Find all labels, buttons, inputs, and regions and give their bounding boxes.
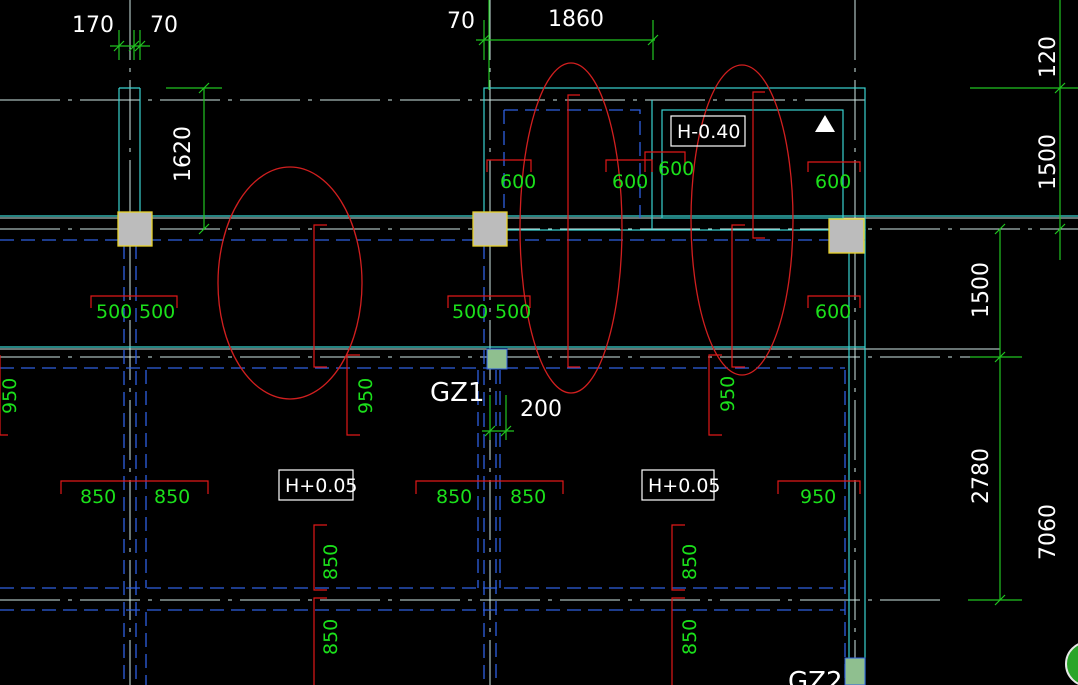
dim-1620: 1620 <box>171 126 196 182</box>
rebar-label-850: 850 <box>80 486 116 508</box>
column-label-gz2: GZ2 <box>788 667 843 685</box>
corner-badge-icon[interactable] <box>1065 642 1078 685</box>
rebar-label-500: 500 <box>139 301 175 323</box>
rebar-label-600: 600 <box>612 171 648 193</box>
rebar-label-950: 950 <box>717 376 739 412</box>
markup-ellipse-2 <box>519 62 623 394</box>
rebar-label-500: 500 <box>495 301 531 323</box>
rebar-label-850: 850 <box>320 544 342 580</box>
column-gz1 <box>486 348 508 370</box>
rebar-label-950: 950 <box>800 486 836 508</box>
rebar-label-850: 850 <box>320 619 342 655</box>
column-label-gz1: GZ1 <box>430 378 485 408</box>
elevation-h-005-right: H+0.05 <box>648 475 721 497</box>
rebar-label-950: 950 <box>0 378 21 414</box>
dim-170: 170 <box>72 13 114 38</box>
axis-lines <box>0 0 1078 685</box>
dim-70-left: 70 <box>150 13 178 38</box>
elevation-h-005-left: H+0.05 <box>285 475 358 497</box>
dim-1500-top: 1500 <box>1036 134 1061 190</box>
elevation-h-040: H-0.40 <box>677 121 740 143</box>
dim-120: 120 <box>1036 36 1061 78</box>
markup-ellipse-3 <box>690 64 794 376</box>
dim-70-top: 70 <box>447 9 475 34</box>
rebar-label-600: 600 <box>500 171 536 193</box>
column-gz2 <box>844 657 866 685</box>
columns <box>117 211 866 685</box>
markup-ellipse-1 <box>217 166 363 400</box>
rebar-label-850: 850 <box>679 619 701 655</box>
column-a1 <box>117 211 153 247</box>
rebar-label-500: 500 <box>452 301 488 323</box>
rebar-label-600: 600 <box>815 171 851 193</box>
rebar-label-600: 600 <box>658 158 694 180</box>
dim-2780: 2780 <box>969 448 994 504</box>
dimension-lines <box>110 0 1078 606</box>
cad-drawing-canvas[interactable]: 170 70 70 1860 120 1620 1500 1500 2780 7… <box>0 0 1078 685</box>
level-marker-icon <box>815 115 835 132</box>
rebar-label-850: 850 <box>679 544 701 580</box>
rebar-label-850: 850 <box>436 486 472 508</box>
wall-outlines <box>0 87 1078 685</box>
dim-1500-mid: 1500 <box>969 262 994 318</box>
rebar-label-500: 500 <box>96 301 132 323</box>
rebar-label-850: 850 <box>154 486 190 508</box>
column-c1 <box>828 218 865 254</box>
dim-7060: 7060 <box>1036 504 1061 560</box>
dim-200: 200 <box>520 397 562 422</box>
column-b1 <box>472 211 508 247</box>
dim-1860: 1860 <box>548 7 604 32</box>
rebar-label-600: 600 <box>815 301 851 323</box>
rebar-label-850: 850 <box>510 486 546 508</box>
rebar-label-950: 950 <box>355 378 377 414</box>
